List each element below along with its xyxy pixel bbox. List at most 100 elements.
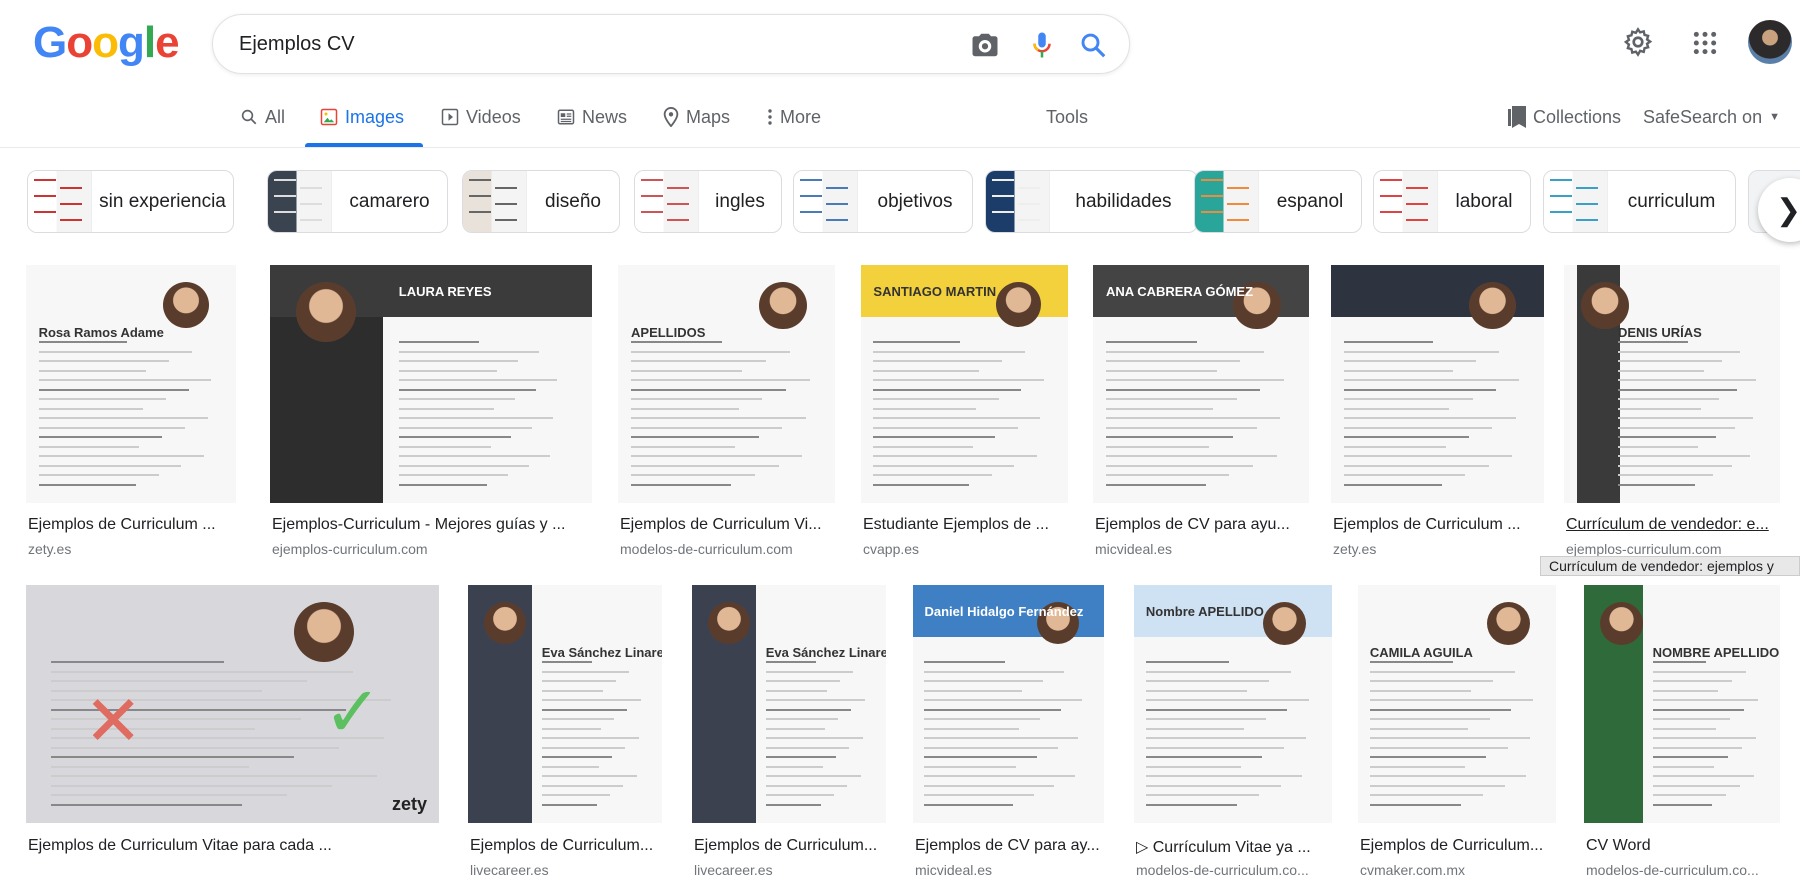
chip-habilidades[interactable]: habilidades [985, 170, 1198, 233]
chip-sin-experiencia[interactable]: sin experiencia [27, 170, 234, 233]
safesearch-dropdown[interactable]: SafeSearch on ▼ [1643, 104, 1780, 130]
result-title[interactable]: ▷ Currículum Vitae ya ... [1136, 837, 1354, 857]
cv-text-line [50, 765, 249, 768]
tab-news[interactable]: News [557, 104, 627, 130]
cv-text-line [50, 670, 353, 673]
image-result-thumbnail[interactable]: LAURA REYES [270, 265, 592, 503]
tab-all[interactable]: All [240, 104, 285, 130]
cv-text-line [1145, 784, 1281, 787]
result-source[interactable]: ejemplos-curriculum.com [1566, 541, 1782, 557]
result-title[interactable]: Ejemplos de Curriculum... [694, 837, 909, 855]
chip-thumbnail [794, 171, 858, 232]
image-result-thumbnail[interactable]: Rosa Ramos Adame [26, 265, 236, 503]
thumbnail-line [992, 179, 1014, 181]
search-input[interactable] [239, 29, 939, 59]
chip-ingles[interactable]: ingles [634, 170, 782, 233]
tab-more[interactable]: More [767, 104, 821, 130]
cv-text-line [1652, 708, 1745, 711]
image-result-thumbnail[interactable]: Nombre APELLIDO [1134, 585, 1332, 823]
result-title[interactable]: Ejemplos de Curriculum... [1360, 837, 1580, 855]
cv-text-line [38, 398, 166, 401]
tab-videos[interactable]: Videos [441, 104, 521, 130]
logo-letter: e [155, 18, 180, 67]
apps-grid-icon[interactable] [1692, 30, 1718, 56]
result-title[interactable]: Ejemplos de Curriculum... [470, 837, 688, 855]
image-result-thumbnail[interactable]: Eva Sánchez Linares [692, 585, 886, 823]
tab-maps[interactable]: Maps [663, 104, 730, 130]
tab-images[interactable]: Images [320, 104, 404, 130]
chip-diseño[interactable]: diseño [462, 170, 620, 233]
result-title[interactable]: Ejemplos de CV para ayu... [1095, 516, 1327, 534]
search-icon[interactable] [1078, 30, 1108, 60]
result-title[interactable]: Ejemplos-Curriculum - Mejores guías y ..… [272, 516, 614, 534]
cv-name: Eva Sánchez Linares [765, 644, 886, 660]
cv-photo [995, 281, 1042, 328]
chip-label: camarero [349, 190, 430, 212]
cv-text-line [38, 417, 208, 420]
cv-text-line [1652, 756, 1729, 759]
search-box [212, 14, 1130, 74]
image-result-thumbnail[interactable]: DENIS URÍAS [1564, 265, 1780, 503]
result-title[interactable]: Ejemplos de Curriculum ... [28, 516, 266, 534]
result-source[interactable]: modelos-de-curriculum.co... [1136, 862, 1334, 878]
cv-text-line [541, 737, 639, 740]
cv-text-line [38, 350, 193, 353]
result-source[interactable]: livecareer.es [694, 862, 888, 878]
cv-text-line [1618, 350, 1741, 353]
result-title[interactable]: Estudiante Ejemplos de ... [863, 516, 1089, 534]
result-source[interactable]: cvmaker.com.mx [1360, 862, 1558, 878]
cv-text-line [1145, 794, 1259, 797]
cv-text-line [924, 803, 1013, 806]
chip-espanol[interactable]: espanol [1194, 170, 1362, 233]
cv-text-line [1343, 455, 1512, 458]
tools-button[interactable]: Tools [1046, 104, 1088, 130]
result-source[interactable]: zety.es [1333, 541, 1546, 557]
image-result-thumbnail[interactable]: CAMILA AGUILA [1358, 585, 1556, 823]
image-result-thumbnail[interactable]: APELLIDOS [618, 265, 835, 503]
chip-curriculum[interactable]: curriculum [1543, 170, 1736, 233]
result-source[interactable]: cvapp.es [863, 541, 1070, 557]
cv-text-line [1343, 360, 1477, 363]
result-title[interactable]: Ejemplos de Curriculum Vitae para cada .… [28, 837, 464, 855]
result-title[interactable]: Currículum de vendedor: e... [1566, 516, 1796, 534]
result-source[interactable]: micvideal.es [915, 862, 1106, 878]
result-title[interactable]: Ejemplos de CV para ay... [915, 837, 1130, 855]
collections-button[interactable]: Collections [1508, 104, 1621, 130]
avatar[interactable] [1748, 20, 1792, 64]
cv-text-line [398, 464, 530, 467]
image-result-thumbnail[interactable]: Eva Sánchez Linares [468, 585, 662, 823]
result-source[interactable]: ejemplos-curriculum.com [272, 541, 594, 557]
cv-text-line [541, 670, 630, 673]
cv-text-line [924, 756, 1037, 759]
result-title[interactable]: CV Word [1586, 837, 1796, 855]
cv-text-line [1343, 474, 1466, 477]
chip-objetivos[interactable]: objetivos [793, 170, 973, 233]
thumbnail-line [800, 179, 822, 181]
image-result-thumbnail[interactable]: zety ✕ ✓ [26, 585, 439, 823]
result-source[interactable]: modelos-de-curriculum.com [620, 541, 837, 557]
chip-laboral[interactable]: laboral [1373, 170, 1531, 233]
cv-text-line [1145, 699, 1309, 702]
camera-icon[interactable] [970, 30, 1000, 60]
image-result-thumbnail[interactable]: SANTIAGO MARTIN [861, 265, 1068, 503]
microphone-icon[interactable] [1027, 30, 1057, 60]
cv-text-line [38, 464, 182, 467]
chip-camarero[interactable]: camarero [267, 170, 448, 233]
result-source[interactable]: modelos-de-curriculum.co... [1586, 862, 1782, 878]
result-source[interactable]: zety.es [28, 541, 238, 557]
cv-text-line [873, 369, 980, 372]
image-result-thumbnail[interactable]: NOMBRE APELLIDO [1584, 585, 1780, 823]
result-source[interactable]: micvideal.es [1095, 541, 1311, 557]
cv-text-line [631, 464, 779, 467]
google-logo[interactable]: Google [33, 18, 180, 68]
settings-gear-icon[interactable] [1622, 26, 1654, 58]
image-result-thumbnail[interactable]: Daniel Hidalgo Fernández [913, 585, 1104, 823]
image-result-thumbnail[interactable]: ANA CABRERA GÓMEZ [1093, 265, 1309, 503]
result-source[interactable]: livecareer.es [470, 862, 664, 878]
result-title[interactable]: Ejemplos de Curriculum Vi... [620, 516, 857, 534]
thumbnail-line [826, 219, 848, 221]
dots-vertical-icon [767, 108, 773, 126]
thumbnail-line [1227, 219, 1249, 221]
image-result-thumbnail[interactable] [1331, 265, 1544, 503]
result-title[interactable]: Ejemplos de Curriculum ... [1333, 516, 1560, 534]
